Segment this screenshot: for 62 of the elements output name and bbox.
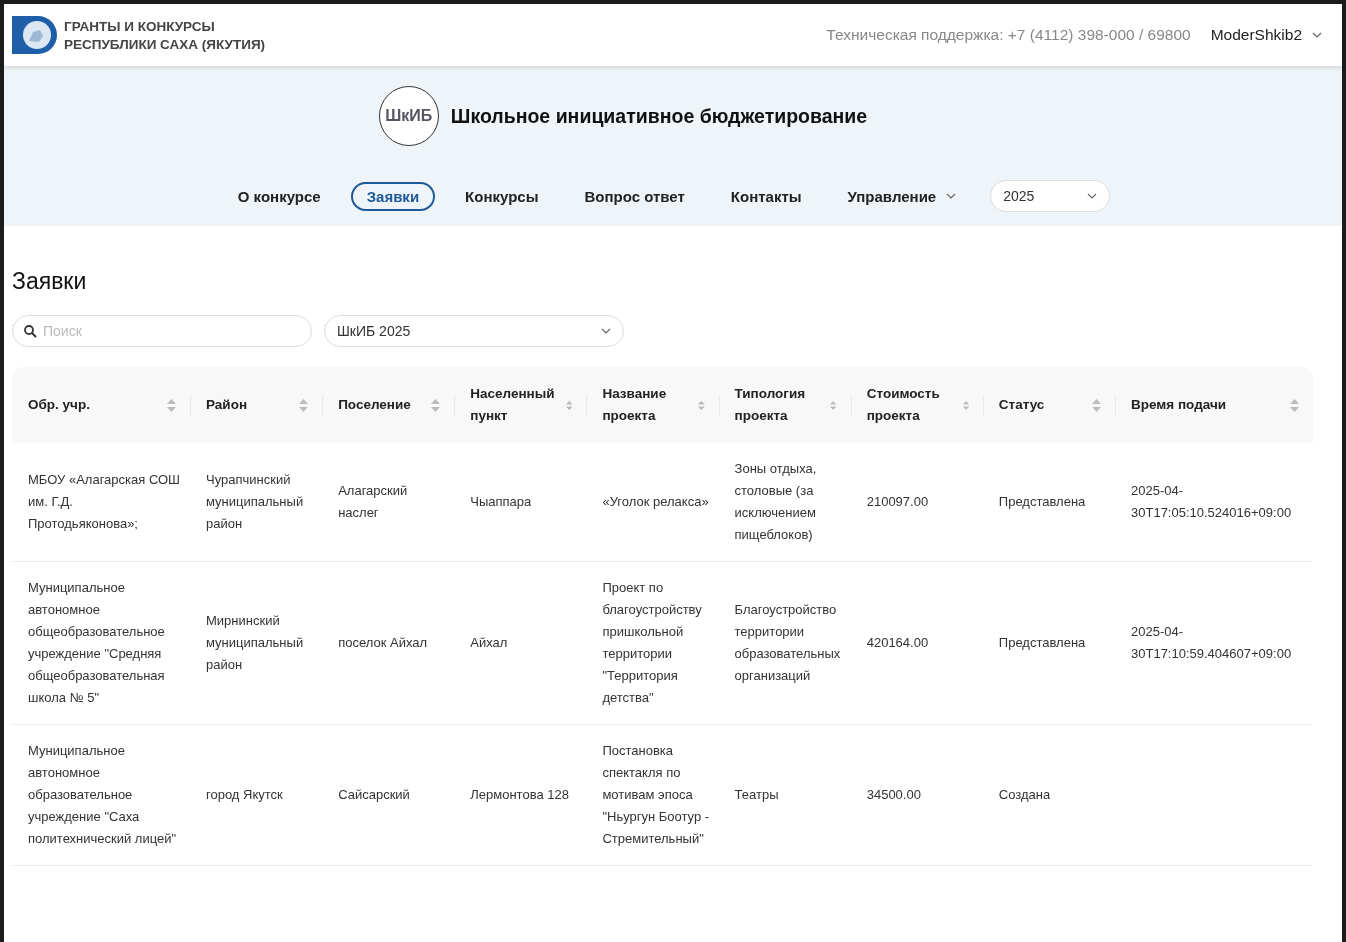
table-cell: 420164.00 — [866, 635, 929, 650]
search-field[interactable]: Поиск — [12, 315, 312, 347]
table-cell: Айхал — [470, 635, 508, 650]
sort-icon — [697, 398, 705, 412]
chevron-down-icon — [601, 328, 611, 334]
column-header[interactable]: Обр. учр. — [28, 394, 90, 416]
table-cell: Чыаппара — [470, 494, 532, 509]
project-logo: ШкИБ — [378, 86, 439, 146]
table-cell: «Уголок релакса» — [602, 494, 709, 509]
table-cell: Муниципальное автономное образовательное учреждение "Саха политехнический лицей" — [28, 743, 177, 846]
table-cell: Мирнинский муниципальный район — [206, 613, 304, 672]
table-cell: Сайсарский — [338, 787, 410, 802]
nav-tab[interactable]: Контакты — [714, 181, 818, 211]
table-cell: Проект по благоустройству пришкольной территории "Территория детства" — [602, 580, 702, 705]
sort-icon — [167, 398, 176, 412]
contest-select[interactable]: ШкИБ 2025 — [324, 315, 624, 347]
column-header[interactable]: Поселение — [338, 394, 411, 416]
table-cell: Чурапчинский муниципальный район — [206, 472, 304, 531]
site-title: РЕСПУБЛИКИ САХА (ЯКУТИЯ) — [64, 36, 266, 52]
nav-dropdown[interactable]: Управление — [831, 181, 973, 211]
year-select[interactable]: 2025 — [990, 180, 1111, 212]
column-header[interactable]: Статус — [998, 394, 1045, 416]
user-menu-button[interactable]: ModerShkib2 — [1210, 26, 1322, 44]
table-cell: Муниципальное автономное общеобразовательное учреждение "Средняя общеобразовательная школа № 5" — [28, 580, 165, 705]
site-title: ГРАНТЫ И КОНКУРСЫ — [64, 18, 216, 34]
table-cell: Алагарский наслег — [338, 483, 408, 520]
nav-tab[interactable]: О конкурсе — [221, 181, 337, 211]
sort-icon — [1092, 398, 1101, 412]
table-cell: Постановка спектакля по мотивам эпоса "Ньургун Боотур - Стремительный" — [602, 743, 710, 846]
table-cell: Создана — [998, 787, 1051, 802]
table-cell: Театры — [734, 787, 779, 802]
sort-icon — [962, 398, 969, 412]
project-title: Школьное инициативное бюджетирование — [450, 104, 868, 128]
table-cell: 34500.00 — [866, 787, 921, 802]
column-header[interactable]: Район — [206, 394, 248, 416]
table-cell: 2025-04-30T17:05:10.524016+09:00 — [1131, 483, 1292, 520]
support-phone: Техническая поддержка: +7 (4112) 398-000 / 69800 — [826, 26, 1191, 44]
table-cell: Представлена — [998, 635, 1086, 650]
search-icon — [24, 325, 37, 338]
table-cell: Благоустройство территории образовательных организаций — [734, 602, 841, 683]
sort-icon — [830, 398, 837, 412]
table-cell: Представлена — [998, 494, 1086, 509]
table-cell: 210097.00 — [866, 494, 929, 509]
sort-icon — [299, 398, 309, 412]
table-cell: Зоны отдыха, столовые (за исключением пищеблоков) — [734, 461, 817, 542]
table-cell: МБОУ «Алагарская СОШ им. Г.Д. Протодьяконова»; — [28, 472, 181, 531]
table-cell: город Якутск — [206, 787, 283, 802]
chevron-down-icon — [1312, 32, 1322, 38]
sort-icon — [566, 398, 573, 412]
sort-icon — [431, 398, 441, 412]
emblem-logo-icon — [12, 16, 58, 54]
chevron-down-icon — [946, 193, 957, 199]
nav-tab[interactable]: Конкурсы — [449, 181, 555, 211]
column-header[interactable]: Время подачи — [1131, 394, 1227, 416]
chevron-down-icon — [1087, 193, 1098, 199]
table-cell: Лермонтова 128 — [470, 787, 569, 802]
nav-tab[interactable]: Вопрос ответ — [568, 181, 701, 211]
nav-tab[interactable]: Заявки — [350, 181, 436, 211]
table-cell: 2025-04-30T17:10:59.404607+09:00 — [1131, 624, 1292, 661]
sort-icon — [1290, 398, 1299, 412]
page-title: Заявки — [12, 268, 88, 295]
table-cell: поселок Айхал — [338, 635, 428, 650]
